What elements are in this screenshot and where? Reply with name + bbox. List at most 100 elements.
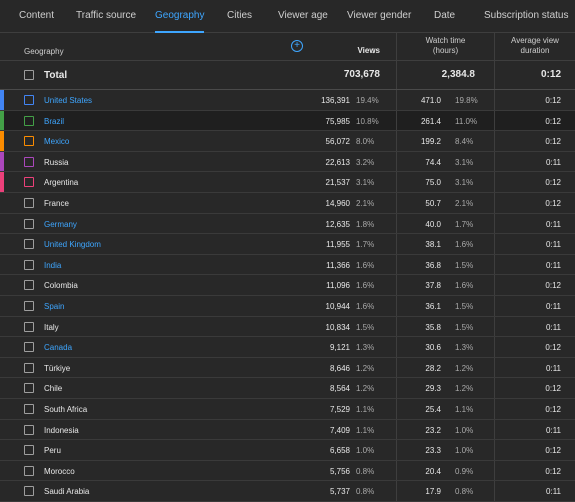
table-row[interactable]: United States 136,391 19.4% 471.0 19.8% … xyxy=(0,90,575,111)
sort-descending-icon[interactable]: ↓ xyxy=(371,45,376,55)
tab-date[interactable]: Date xyxy=(434,0,455,33)
table-row[interactable]: Italy 10,834 1.5% 35.8 1.5% 0:11 xyxy=(0,316,575,338)
table-row[interactable]: Germany 12,635 1.8% 40.0 1.7% 0:11 xyxy=(0,213,575,235)
country-name[interactable]: Brazil xyxy=(44,117,64,126)
watch-time-value: 38.1 xyxy=(425,240,441,250)
views-value: 10,834 xyxy=(325,322,350,332)
views-value: 14,960 xyxy=(325,198,350,208)
row-checkbox[interactable] xyxy=(24,465,34,476)
series-color-strip xyxy=(0,151,4,172)
row-checkbox[interactable] xyxy=(24,300,34,311)
table-row[interactable]: Indonesia 7,409 1.1% 23.2 1.0% 0:11 xyxy=(0,419,575,441)
row-checkbox[interactable] xyxy=(24,321,34,332)
average-view-duration-value: 0:11 xyxy=(546,487,561,497)
series-color-strip xyxy=(0,255,4,275)
column-header-average-view-duration[interactable]: Average view duration xyxy=(495,36,575,56)
watch-time-percent: 1.5% xyxy=(455,260,474,270)
country-name[interactable]: United States xyxy=(44,96,92,105)
watch-time-percent: 3.1% xyxy=(455,157,474,167)
tab-traffic-source[interactable]: Traffic source xyxy=(76,0,136,33)
row-checkbox[interactable] xyxy=(24,383,34,394)
views-percent: 8.0% xyxy=(356,137,375,147)
row-checkbox[interactable] xyxy=(24,177,34,188)
country-name[interactable]: Spain xyxy=(44,302,64,311)
views-value: 56,072 xyxy=(325,137,350,147)
table-row[interactable]: Mexico 56,072 8.0% 199.2 8.4% 0:12 xyxy=(0,131,575,152)
watch-time-percent: 1.1% xyxy=(455,404,474,414)
column-header-geography[interactable]: Geography xyxy=(24,47,64,56)
watch-time-percent: 2.1% xyxy=(455,198,474,208)
country-name[interactable]: United Kingdom xyxy=(44,240,101,249)
country-name[interactable]: India xyxy=(44,261,61,270)
table-row[interactable]: Spain 10,944 1.6% 36.1 1.5% 0:11 xyxy=(0,295,575,317)
views-percent: 19.4% xyxy=(356,96,379,105)
average-view-duration-value: 0:12 xyxy=(545,466,561,476)
country-name[interactable]: Mexico xyxy=(44,137,69,146)
row-checkbox[interactable] xyxy=(24,197,34,208)
row-checkbox[interactable] xyxy=(24,218,34,229)
watch-time-percent: 8.4% xyxy=(455,137,474,147)
tab-viewer-age[interactable]: Viewer age xyxy=(278,0,328,33)
tab-content[interactable]: Content xyxy=(19,0,54,33)
watch-time-percent: 1.0% xyxy=(455,446,474,456)
row-checkbox[interactable] xyxy=(24,424,34,435)
views-percent: 1.0% xyxy=(356,446,375,456)
watch-time-value: 50.7 xyxy=(425,198,441,208)
series-color-strip xyxy=(0,234,4,254)
country-name[interactable]: Germany xyxy=(44,220,77,229)
column-header-views[interactable]: Views xyxy=(357,46,380,55)
series-color-strip xyxy=(0,214,4,234)
table-row[interactable]: Russia 22,613 3.2% 74.4 3.1% 0:11 xyxy=(0,151,575,173)
views-value: 5,756 xyxy=(329,466,350,476)
add-metric-icon[interactable]: + xyxy=(291,40,303,52)
tab-viewer-gender[interactable]: Viewer gender xyxy=(347,0,411,33)
table-row[interactable]: France 14,960 2.1% 50.7 2.1% 0:12 xyxy=(0,192,575,214)
table-row[interactable]: Morocco 5,756 0.8% 20.4 0.9% 0:12 xyxy=(0,460,575,482)
watch-time-value: 261.4 xyxy=(420,116,441,126)
views-percent: 1.2% xyxy=(356,363,375,373)
watch-time-percent: 19.8% xyxy=(455,96,478,105)
table-row[interactable]: Brazil 75,985 10.8% 261.4 11.0% 0:12 xyxy=(0,110,575,132)
row-checkbox[interactable] xyxy=(24,95,34,105)
series-color-strip xyxy=(0,193,4,213)
views-value: 5,737 xyxy=(329,487,350,497)
table-row[interactable]: Saudi Arabia 5,737 0.8% 17.9 0.8% 0:11 xyxy=(0,481,575,502)
series-color-strip xyxy=(0,275,4,295)
row-checkbox[interactable] xyxy=(24,362,34,373)
table-row[interactable]: South Africa 7,529 1.1% 25.4 1.1% 0:12 xyxy=(0,398,575,420)
table-row[interactable]: United Kingdom 11,955 1.7% 38.1 1.6% 0:1… xyxy=(0,234,575,255)
row-checkbox[interactable] xyxy=(24,115,34,126)
row-checkbox[interactable] xyxy=(24,239,34,250)
country-name[interactable]: Canada xyxy=(44,343,72,352)
views-percent: 1.7% xyxy=(356,240,375,250)
row-checkbox[interactable] xyxy=(24,156,34,167)
avd-label-line2: duration xyxy=(520,46,550,55)
tab-geography[interactable]: Geography xyxy=(155,0,205,33)
row-checkbox[interactable] xyxy=(24,136,34,147)
tab-subscription-status[interactable]: Subscription status xyxy=(484,0,569,33)
country-name: Indonesia xyxy=(44,425,79,435)
row-checkbox[interactable] xyxy=(24,486,34,497)
total-checkbox[interactable] xyxy=(24,70,34,80)
views-percent: 1.1% xyxy=(356,404,375,414)
table-row[interactable]: Türkiye 8,646 1.2% 28.2 1.2% 0:11 xyxy=(0,357,575,379)
row-checkbox[interactable] xyxy=(24,342,34,353)
average-view-duration-value: 0:12 xyxy=(545,116,561,126)
table-row[interactable]: Peru 6,658 1.0% 23.3 1.0% 0:12 xyxy=(0,440,575,461)
row-checkbox[interactable] xyxy=(24,259,34,270)
table-row[interactable]: Canada 9,121 1.3% 30.6 1.3% 0:12 xyxy=(0,337,575,358)
table-row[interactable]: Colombia 11,096 1.6% 37.8 1.6% 0:12 xyxy=(0,275,575,296)
tab-cities[interactable]: Cities xyxy=(227,0,252,33)
row-checkbox[interactable] xyxy=(24,403,34,414)
table-row[interactable]: Chile 8,564 1.2% 29.3 1.2% 0:12 xyxy=(0,378,575,399)
series-color-strip xyxy=(0,317,4,337)
column-header-watch-time[interactable]: Watch time (hours) xyxy=(397,36,494,56)
table-row[interactable]: India 11,366 1.6% 36.8 1.5% 0:11 xyxy=(0,254,575,276)
watch-time-value: 75.0 xyxy=(425,178,441,188)
row-checkbox[interactable] xyxy=(24,280,34,291)
views-percent: 1.2% xyxy=(356,384,375,394)
row-checkbox[interactable] xyxy=(24,445,34,456)
table-row[interactable]: Argentina 21,537 3.1% 75.0 3.1% 0:12 xyxy=(0,172,575,193)
watch-time-percent: 1.6% xyxy=(455,281,474,291)
series-color-strip xyxy=(0,296,4,316)
